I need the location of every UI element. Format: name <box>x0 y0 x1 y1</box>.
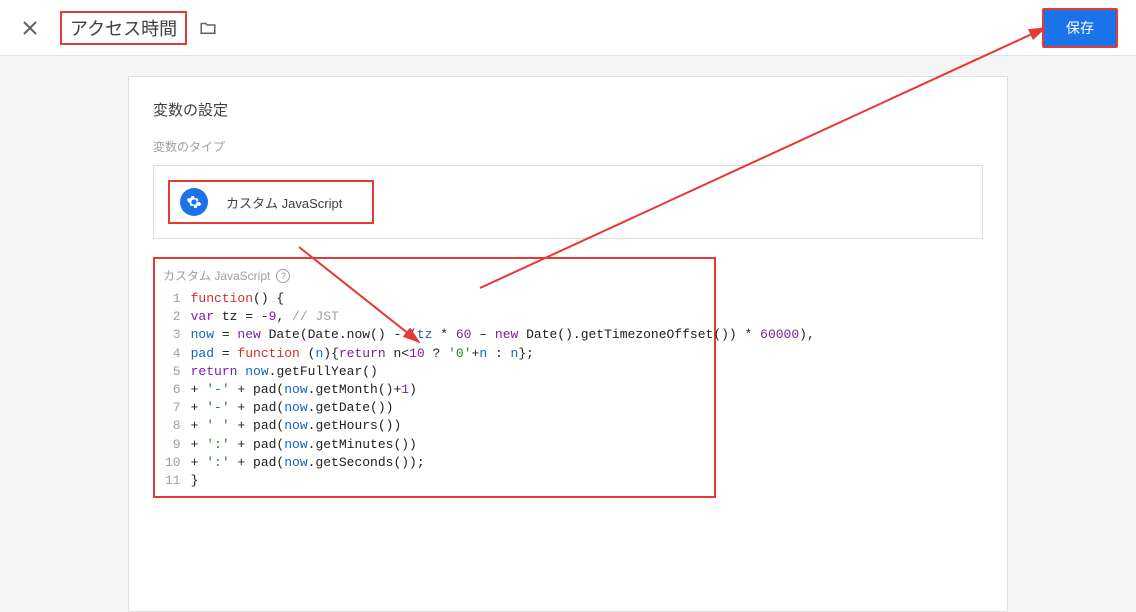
variable-config-panel: 変数の設定 変数のタイプ カスタム JavaScript カスタム JavaSc… <box>128 76 1008 612</box>
help-icon[interactable]: ? <box>276 269 290 283</box>
code-section-label: カスタム JavaScript ? <box>155 259 714 290</box>
content-area: 変数の設定 変数のタイプ カスタム JavaScript カスタム JavaSc… <box>0 56 1136 612</box>
line-gutter: 1234567891011 <box>155 290 187 496</box>
variable-name-input[interactable]: アクセス時間 <box>70 15 177 41</box>
save-button[interactable]: 保存 <box>1042 8 1118 48</box>
code-area-highlight: カスタム JavaScript ? 1234567891011 function… <box>153 257 716 498</box>
type-highlight: カスタム JavaScript <box>168 180 374 224</box>
close-button[interactable] <box>18 16 42 40</box>
code-editor[interactable]: 1234567891011 function() {var tz = -9, /… <box>155 290 714 496</box>
variable-type-selector[interactable]: カスタム JavaScript <box>153 165 983 239</box>
folder-icon[interactable] <box>199 19 217 37</box>
type-section-label: 変数のタイプ <box>153 138 983 155</box>
panel-title: 変数の設定 <box>153 99 983 120</box>
title-highlight: アクセス時間 <box>60 11 187 45</box>
code-content[interactable]: function() {var tz = -9, // JSTnow = new… <box>187 290 821 496</box>
close-icon <box>22 20 38 36</box>
gear-icon <box>180 188 208 216</box>
header: アクセス時間 保存 <box>0 0 1136 56</box>
variable-type-name: カスタム JavaScript <box>226 193 342 212</box>
